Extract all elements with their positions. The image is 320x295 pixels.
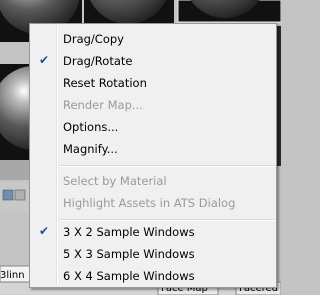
menu-item-drag-copy[interactable]: Drag/Copy bbox=[32, 28, 274, 50]
menu-item-label: Options... bbox=[63, 120, 119, 134]
menu-item-label: Magnify... bbox=[63, 142, 118, 156]
menu-item-label: Reset Rotation bbox=[63, 76, 147, 90]
context-menu: Drag/Copy ✔ Drag/Rotate Reset Rotation R… bbox=[29, 23, 277, 288]
menu-item-label: Drag/Copy bbox=[63, 32, 124, 46]
menu-item-label: 5 X 3 Sample Windows bbox=[63, 247, 195, 261]
checkmark-icon: ✔ bbox=[39, 53, 50, 67]
menu-item-magnify[interactable]: Magnify... bbox=[32, 138, 274, 160]
checkmark-icon: ✔ bbox=[39, 224, 50, 238]
toolbar-icon[interactable] bbox=[2, 189, 14, 201]
menu-item-render-map: Render Map... bbox=[32, 94, 274, 116]
menu-item-select-by-material: Select by Material bbox=[32, 170, 274, 192]
menu-item-label: 6 X 4 Sample Windows bbox=[63, 269, 195, 283]
menu-item-options[interactable]: Options... bbox=[32, 116, 274, 138]
menu-item-highlight-assets: Highlight Assets in ATS Dialog bbox=[32, 192, 274, 214]
menu-item-6x4-sample-windows[interactable]: 6 X 4 Sample Windows bbox=[32, 265, 274, 287]
menu-item-3x2-sample-windows[interactable]: ✔ 3 X 2 Sample Windows bbox=[32, 221, 274, 243]
menu-item-reset-rotation[interactable]: Reset Rotation bbox=[32, 72, 274, 94]
menu-item-label: Drag/Rotate bbox=[63, 54, 133, 68]
menu-item-drag-rotate[interactable]: ✔ Drag/Rotate bbox=[32, 50, 274, 72]
menu-separator bbox=[60, 165, 274, 167]
toolbar-icon[interactable] bbox=[14, 189, 26, 201]
menu-item-label: Highlight Assets in ATS Dialog bbox=[63, 196, 236, 210]
menu-item-label: Render Map... bbox=[63, 98, 143, 112]
menu-item-label: 3 X 2 Sample Windows bbox=[63, 225, 195, 239]
menu-item-5x3-sample-windows[interactable]: 5 X 3 Sample Windows bbox=[32, 243, 274, 265]
menu-item-label: Select by Material bbox=[63, 174, 167, 188]
material-name-label: 3linn bbox=[0, 270, 25, 281]
